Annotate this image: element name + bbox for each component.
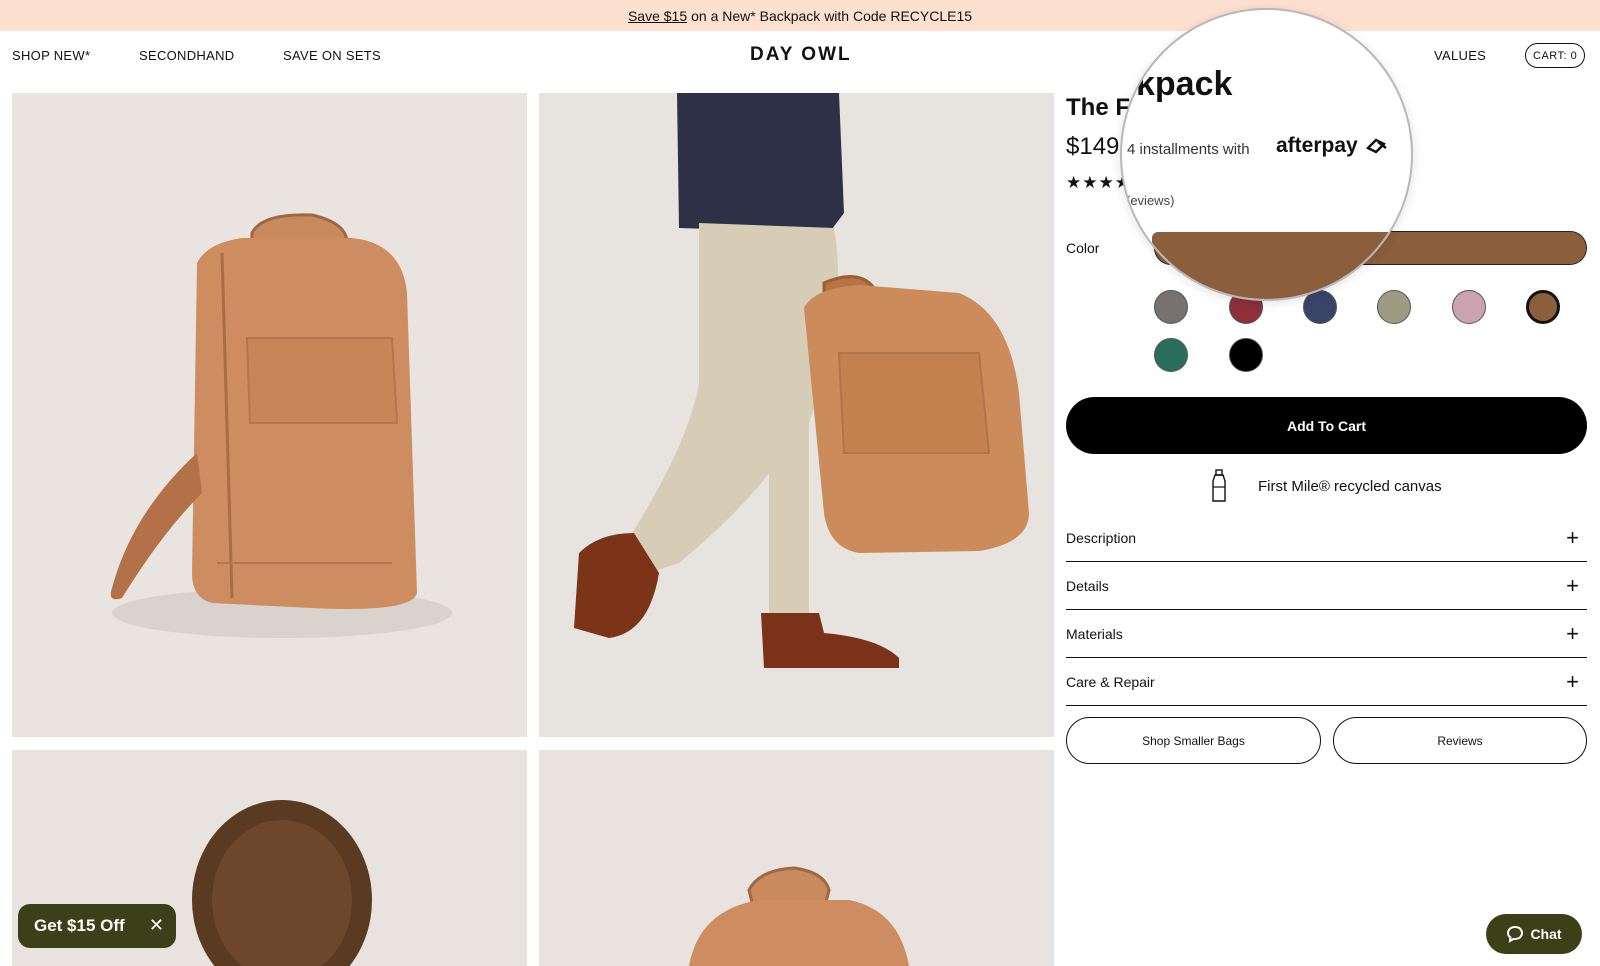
nav-secondhand[interactable]: SECONDHAND — [139, 48, 234, 63]
material-note: First Mile® recycled canvas — [1212, 466, 1492, 506]
accordion-label: Materials — [1066, 625, 1123, 642]
afterpay-logo[interactable]: afterpay — [1276, 134, 1390, 158]
bottle-icon — [1212, 469, 1226, 502]
afterpay-arrows-icon — [1365, 138, 1387, 154]
accordion-details[interactable]: Details + — [1066, 562, 1587, 610]
chat-button[interactable]: Chat — [1486, 914, 1582, 954]
accordion-materials[interactable]: Materials + — [1066, 610, 1587, 658]
magnified-reviews: (eviews) — [1126, 193, 1175, 208]
product-price: $149 — [1066, 133, 1120, 160]
shop-smaller-bags-button[interactable]: Shop Smaller Bags — [1066, 717, 1321, 764]
swatch-black[interactable] — [1229, 338, 1263, 372]
cart-button[interactable]: CART: 0 — [1525, 43, 1586, 68]
add-to-cart-button[interactable]: Add To Cart — [1066, 397, 1587, 454]
promo-text: on a New* Backpack with Code RECYCLE15 — [691, 7, 973, 24]
accordion-care-repair[interactable]: Care & Repair + — [1066, 658, 1587, 706]
product-photo-4[interactable] — [539, 750, 1054, 966]
brand-logo[interactable]: DAY OWL — [750, 44, 852, 66]
plus-icon: + — [1566, 572, 1579, 598]
afterpay-wordmark: afterpay — [1276, 134, 1358, 157]
swatch-brown[interactable] — [1526, 290, 1560, 324]
chat-label: Chat — [1530, 926, 1562, 942]
chat-bubble-icon — [1507, 925, 1524, 943]
discount-chip-label: Get $15 Off — [34, 916, 125, 935]
promo-link[interactable]: Save $15 — [628, 8, 687, 24]
nav-shop-new[interactable]: SHOP NEW* — [12, 48, 90, 63]
magnified-brown-area — [1122, 268, 1411, 299]
color-label: Color — [1066, 240, 1100, 256]
product-photo-2[interactable] — [539, 93, 1054, 737]
plus-icon: + — [1566, 668, 1579, 694]
backpack-top-image — [539, 750, 1054, 966]
reviews-button[interactable]: Reviews — [1333, 717, 1587, 764]
magnified-color-pill — [1152, 232, 1411, 272]
model-with-backpack-image — [539, 93, 1054, 737]
accordion-label: Care & Repair — [1066, 673, 1155, 690]
accordion-label: Details — [1066, 577, 1109, 594]
promo-bar: Save $15 on a New* Backpack with Code RE… — [0, 0, 1600, 31]
backpack-image — [12, 93, 527, 737]
discount-chip[interactable]: Get $15 Off ✕ — [18, 904, 176, 948]
plus-icon: + — [1566, 620, 1579, 646]
nav-values[interactable]: VALUES — [1434, 48, 1486, 63]
cart-count: 0 — [1570, 49, 1578, 62]
product-title: The F — [1066, 94, 1130, 121]
plus-icon: + — [1566, 524, 1579, 550]
nav-save-on-sets[interactable]: SAVE ON SETS — [283, 48, 381, 63]
accordion-description[interactable]: Description + — [1066, 514, 1587, 562]
magnified-title: kpack — [1136, 65, 1233, 103]
magnifier-overlay: kpack 4 installments with afterpay (evie… — [1120, 8, 1413, 301]
material-note-text: First Mile® recycled canvas — [1258, 477, 1442, 495]
magnified-installments: 4 installments with — [1127, 141, 1250, 158]
cart-label: CART: — [1533, 49, 1568, 62]
swatch-mauve[interactable] — [1452, 290, 1486, 324]
close-icon[interactable]: ✕ — [149, 915, 164, 936]
swatch-teal[interactable] — [1154, 338, 1188, 372]
product-photo-1[interactable] — [12, 93, 527, 737]
accordion-label: Description — [1066, 529, 1137, 546]
